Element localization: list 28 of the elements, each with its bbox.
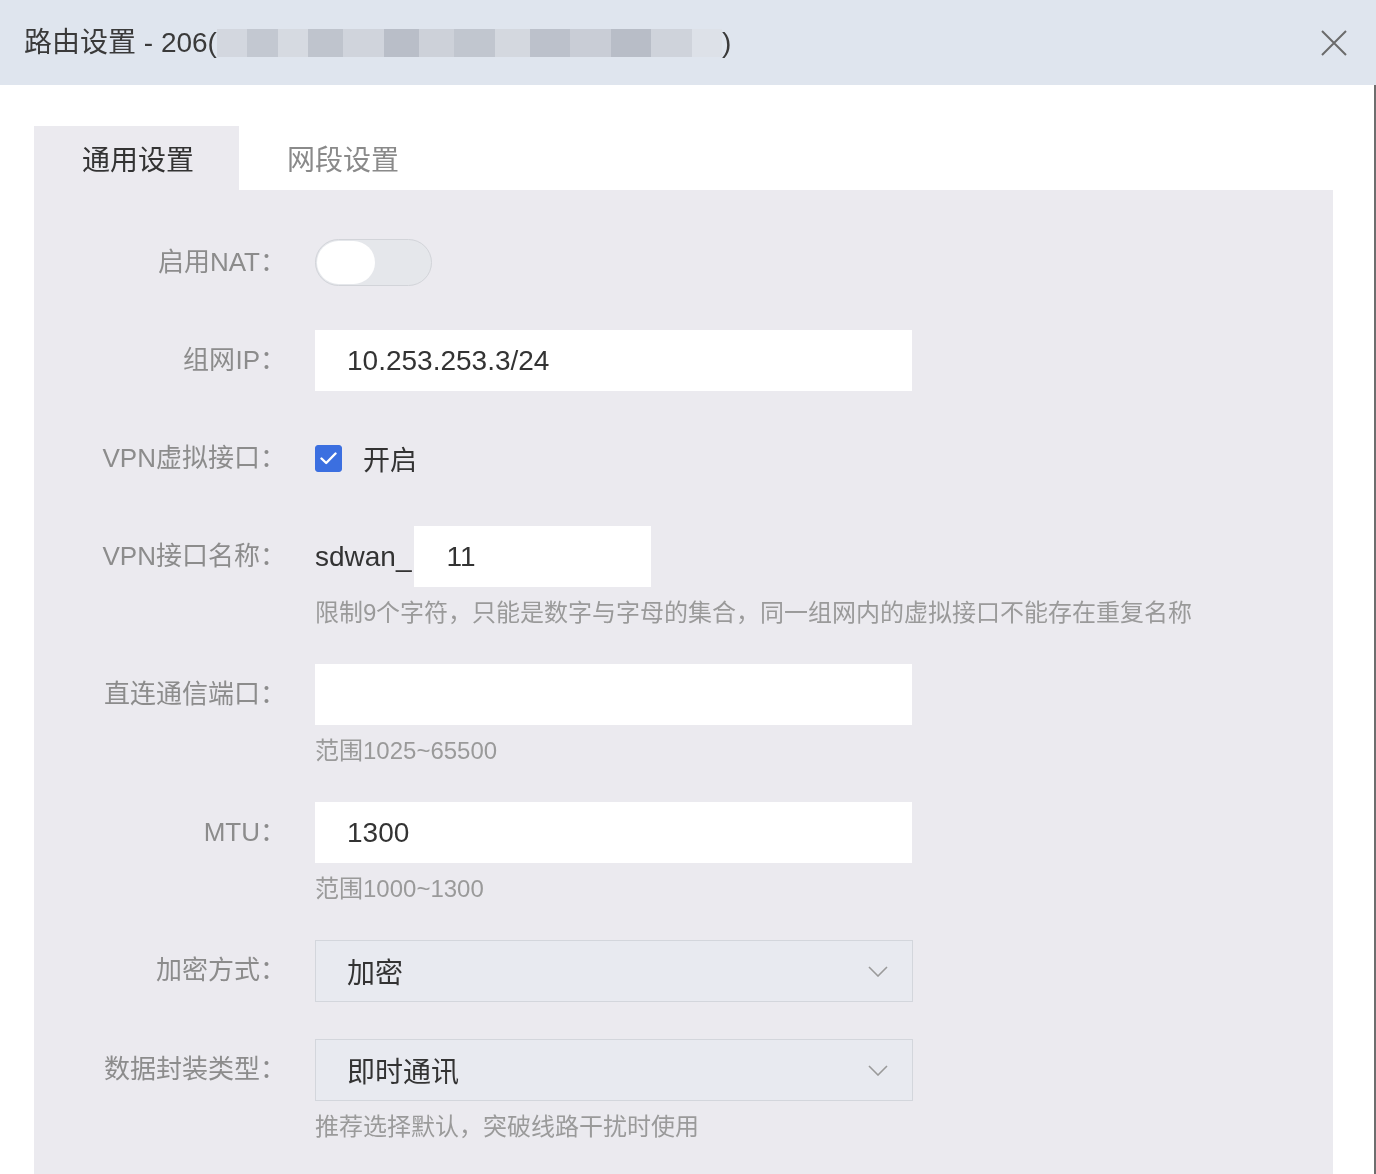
dropdown-select[interactable]: 即时通讯 xyxy=(315,1039,913,1101)
checkbox-label[interactable]: 开启 xyxy=(363,439,417,478)
chevron-down-icon xyxy=(868,965,888,977)
field-label: VPN虚拟接口： xyxy=(102,442,286,475)
tab[interactable]: 通用设置 xyxy=(34,126,239,190)
title-bracket: ) xyxy=(721,25,732,60)
prefix-text: sdwan_ xyxy=(315,540,412,573)
field-label: 数据封装类型： xyxy=(104,1053,286,1086)
close-icon[interactable] xyxy=(1321,29,1347,56)
check-icon xyxy=(320,452,337,465)
field-label: 组网IP： xyxy=(183,344,286,377)
field-label: 直连通信端口： xyxy=(104,678,286,711)
toggle-switch[interactable] xyxy=(315,239,432,286)
hint-text: 推荐选择默认，突破线路干扰时使用 xyxy=(315,1113,699,1141)
field-label: MTU： xyxy=(203,816,286,849)
dialog-title: 路由设置 - 206( xyxy=(24,25,217,60)
dropdown-select[interactable]: 加密 xyxy=(315,940,913,1002)
field-label: 加密方式： xyxy=(156,954,286,987)
input-field[interactable]: 1300 xyxy=(315,802,912,863)
hint-text: 范围1000~1300 xyxy=(315,875,484,903)
chevron-down-icon xyxy=(868,1064,888,1076)
checkbox[interactable] xyxy=(315,445,342,472)
field-label: 启用NAT： xyxy=(157,246,286,279)
hint-text: 限制9个字符，只能是数字与字母的集合，同一组网内的虚拟接口不能存在重复名称 xyxy=(315,599,1193,627)
input-field[interactable]: 10.253.253.3/24 xyxy=(315,330,912,391)
hint-text: 范围1025~65500 xyxy=(315,737,498,765)
field-label: VPN接口名称： xyxy=(102,540,286,573)
input-field[interactable]: 11 xyxy=(413,526,651,587)
